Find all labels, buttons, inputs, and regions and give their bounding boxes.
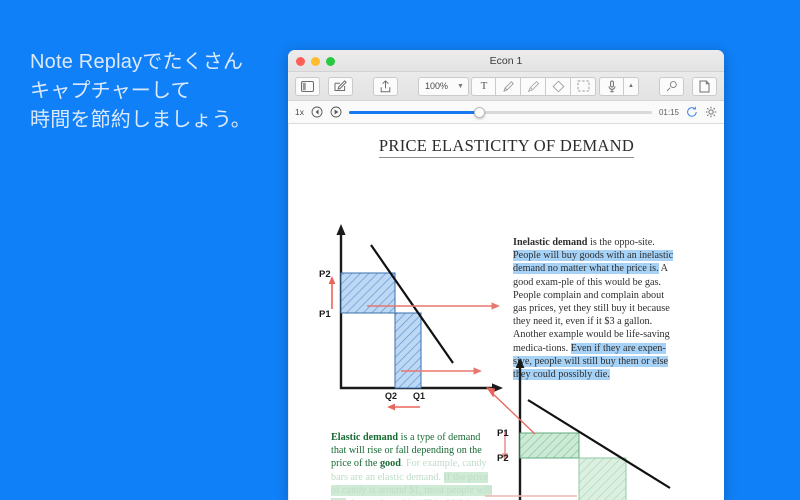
minimize-window-button[interactable] (311, 57, 320, 66)
gear-icon (705, 106, 717, 118)
microphone-button[interactable] (599, 76, 624, 96)
rewind-15-icon (311, 106, 323, 118)
maximize-window-button[interactable] (326, 57, 335, 66)
promo-line-1: Note Replayでたくさん (30, 51, 244, 73)
playback-time: 01:15 (658, 107, 679, 117)
elastic-demand-paragraph[interactable]: Elastic demand is a type of demand that … (331, 431, 493, 500)
sidebar-toggle-button[interactable] (295, 76, 320, 96)
compose-icon (334, 80, 347, 91)
chevron-down-icon: ▼ (457, 82, 464, 90)
promo-line-2: キャプチャーして (30, 80, 191, 102)
promo-line-3: 時間を節約しましょう。 (30, 109, 251, 131)
page-icon (699, 80, 710, 92)
promo-headline: Note Replayでたくさん キャプチャーして 時間を節約しましょう。 (30, 48, 280, 135)
document-page[interactable]: PRICE ELASTICITY OF DEMAND P2 P1 Q2 Q1 I… (288, 124, 724, 500)
share-icon (380, 79, 391, 92)
inelastic-ylabel-p2: P2 (319, 269, 331, 280)
inelastic-lead: Inelastic demand (513, 237, 588, 248)
share-button[interactable] (373, 76, 398, 96)
compose-button[interactable] (328, 76, 353, 96)
window-title: Econ 1 (489, 55, 523, 67)
eraser-tool-button[interactable] (546, 76, 572, 96)
close-window-button[interactable] (296, 57, 305, 66)
replay-settings-button[interactable] (705, 106, 717, 118)
zoom-level-value: 100% (425, 81, 449, 91)
inelastic-xlabel-q1: Q1 (413, 391, 425, 401)
elastic-lead-2: good (379, 458, 401, 470)
zoom-selector[interactable]: 100% ▼ (418, 76, 469, 96)
elastic-ylabel-p1: P1 (497, 428, 509, 439)
microphone-icon (608, 80, 615, 92)
highlighter-tool-button[interactable] (521, 76, 547, 96)
playback-progress-fill (348, 110, 480, 114)
page-title: PRICE ELASTICITY OF DEMAND (289, 136, 724, 158)
pen-tool-button[interactable] (496, 76, 522, 96)
eraser-icon (552, 80, 565, 92)
text-tool-icon: T (480, 80, 488, 92)
marker-pen-button[interactable] (659, 76, 684, 96)
elastic-lead: Elastic demand (331, 432, 399, 443)
marker-pen-icon (666, 80, 677, 91)
play-circle-icon (330, 106, 342, 118)
note-replay-icon (687, 106, 697, 117)
rewind-15-button[interactable] (311, 106, 323, 118)
window-controls (296, 57, 335, 66)
selection-tool-button[interactable] (571, 76, 597, 96)
inelastic-body-2: A good exam-ple of this would be gas. Pe… (513, 263, 670, 354)
elastic-ylabel-p2: P2 (497, 453, 509, 464)
pen-icon (503, 80, 514, 92)
main-toolbar: 100% ▼ T ▲ (288, 72, 724, 101)
inelastic-ylabel-p1: P1 (319, 309, 331, 320)
dashed-rect-icon (577, 80, 590, 92)
annotation-tools: T (471, 76, 597, 96)
chevron-up-icon: ▲ (628, 83, 634, 89)
window-titlebar: Econ 1 (288, 50, 724, 72)
microphone-options-button[interactable]: ▲ (624, 76, 639, 96)
text-tool-button[interactable]: T (471, 76, 497, 96)
playback-speed-label[interactable]: 1x (295, 107, 304, 117)
highlighter-icon (527, 80, 540, 92)
playback-scrubber[interactable] (348, 106, 652, 118)
note-replay-playbar: 1x 01:15 (288, 101, 724, 124)
playback-scrubber-handle[interactable] (474, 106, 486, 118)
page-view-button[interactable] (692, 76, 717, 96)
sidebar-toggle-icon (301, 80, 314, 92)
play-button[interactable] (330, 106, 342, 118)
app-window: Econ 1 100% ▼ T ▲ 1x 01:15 PRICE ELASTIC… (288, 50, 724, 500)
inelastic-demand-graph: P2 P1 Q2 Q1 (319, 224, 503, 411)
inelastic-xlabel-q2: Q2 (385, 391, 397, 401)
audio-tools: ▲ (599, 76, 639, 96)
elastic-demand-graph: P1 P2 (485, 358, 671, 500)
inelastic-highlight-1: People will buy goods with an inelastic … (513, 250, 674, 275)
note-replay-button[interactable] (686, 106, 698, 118)
inelastic-body-1: is the oppo-site. (587, 237, 655, 248)
